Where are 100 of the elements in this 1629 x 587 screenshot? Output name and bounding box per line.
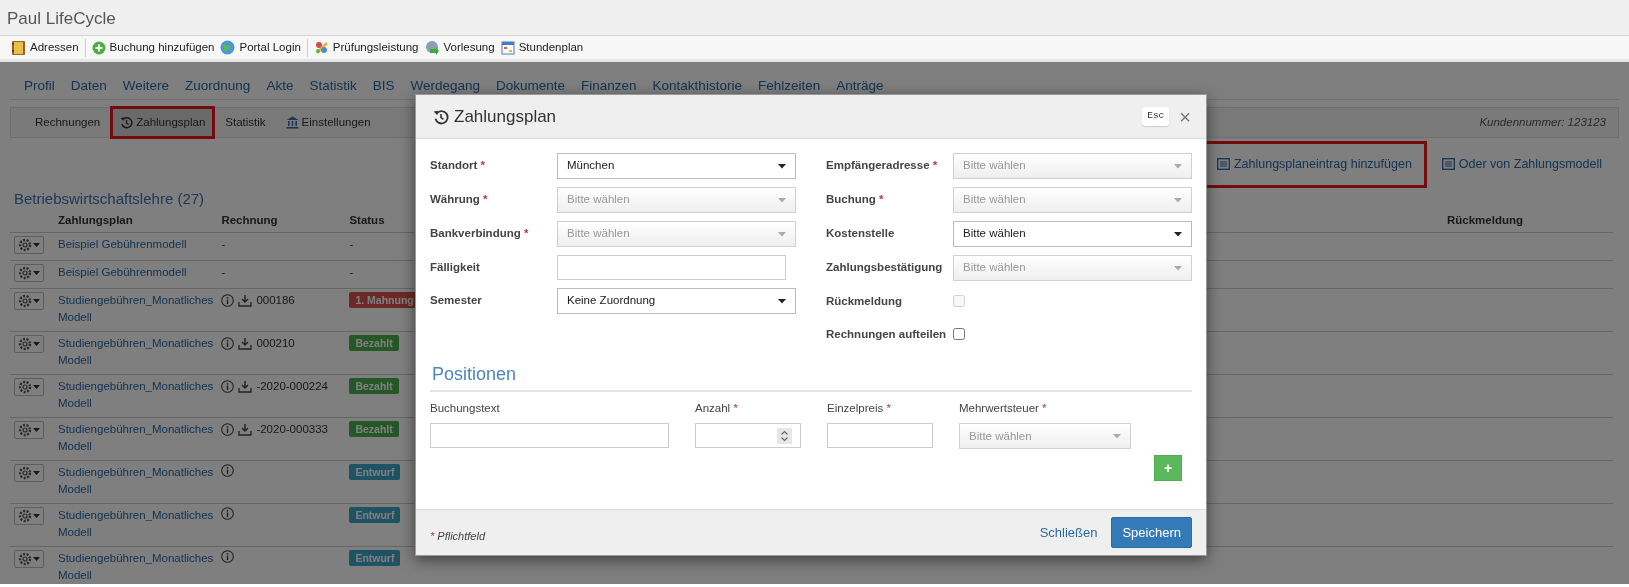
info-icon bbox=[221, 464, 235, 478]
nav-tab[interactable]: Weitere bbox=[114, 74, 178, 99]
plan-link[interactable]: Studiengebühren_Monatliches Modell bbox=[58, 378, 214, 413]
nav-tab[interactable]: Kontakthistorie bbox=[644, 74, 750, 99]
arrow-circle-icon bbox=[424, 40, 440, 55]
invoice-number: 000186 bbox=[256, 293, 295, 309]
caret-icon bbox=[33, 556, 40, 562]
field-label: Einzelpreis * bbox=[827, 401, 892, 416]
field-label: Bankverbindung * bbox=[430, 226, 530, 241]
required-note: * Pflichtfeld bbox=[430, 529, 486, 545]
select-field[interactable]: Bitte wählen bbox=[557, 221, 796, 247]
plan-link[interactable]: Beispiel Gebührenmodell bbox=[58, 264, 214, 282]
plan-link[interactable]: Studiengebühren_Monatliches Modell bbox=[58, 335, 214, 370]
action-link[interactable]: Oder von Zahlungsmodell bbox=[1433, 144, 1610, 185]
caret-icon bbox=[1174, 231, 1182, 237]
gear-icon bbox=[18, 337, 32, 352]
nav-tab[interactable]: Fehlzeiten bbox=[749, 74, 829, 99]
invoice-number: -2020-000224 bbox=[256, 379, 328, 395]
history-icon bbox=[120, 116, 134, 129]
status-badge: Entwurf bbox=[349, 507, 401, 524]
toolbar-button[interactable]: Vorlesung bbox=[421, 38, 498, 57]
column-header: Status bbox=[349, 213, 385, 226]
nav-tab[interactable]: Statistik bbox=[301, 74, 365, 99]
bank-icon bbox=[285, 116, 299, 129]
gear-menu-button[interactable] bbox=[14, 464, 44, 483]
gear-menu-button[interactable] bbox=[14, 236, 44, 255]
column-header: Rückmeldung bbox=[1447, 213, 1524, 226]
nav-tab[interactable]: Zuordnung bbox=[177, 74, 259, 99]
caret-icon bbox=[1174, 265, 1182, 271]
plan-link[interactable]: Beispiel Gebührenmodell bbox=[58, 236, 214, 254]
field-label: Rechnungen aufteilen bbox=[826, 327, 948, 342]
sub-tab[interactable]: Zahlungsplan bbox=[113, 108, 213, 137]
toolbar-button[interactable]: Stundenplan bbox=[497, 38, 587, 57]
action-link[interactable]: Zahlungsplaneintrag hinzufügen bbox=[1208, 150, 1420, 179]
info-icon bbox=[221, 423, 235, 437]
app-title: Paul LifeCycle bbox=[7, 9, 116, 28]
gear-icon bbox=[18, 466, 32, 481]
select-field[interactable]: Keine Zuordnung bbox=[557, 288, 796, 314]
gear-menu-button[interactable] bbox=[14, 507, 44, 526]
field-label: Rückmeldung bbox=[826, 294, 904, 309]
status-badge: Bezahlt bbox=[349, 378, 399, 395]
close-button[interactable]: × bbox=[1169, 106, 1191, 127]
add-button[interactable]: + bbox=[1154, 455, 1182, 482]
sub-tab[interactable]: Rechnungen bbox=[28, 108, 108, 137]
checkbox[interactable] bbox=[953, 328, 965, 340]
gear-icon bbox=[18, 238, 32, 253]
select-field[interactable]: Bitte wählen bbox=[953, 255, 1192, 281]
sub-tab[interactable]: Einstellungen bbox=[278, 108, 378, 137]
select-field[interactable]: Bitte wählen bbox=[959, 423, 1131, 450]
sub-tab[interactable]: Statistik bbox=[218, 108, 273, 137]
gear-menu-button[interactable] bbox=[14, 264, 44, 283]
gear-menu-button[interactable] bbox=[14, 421, 44, 440]
select-field[interactable]: Bitte wählen bbox=[557, 187, 796, 213]
nav-tab[interactable]: Finanzen bbox=[573, 74, 645, 99]
download-icon bbox=[238, 423, 253, 437]
nav-tab[interactable]: Akte bbox=[258, 74, 302, 99]
input-field[interactable] bbox=[827, 423, 933, 449]
nav-tab[interactable]: Dokumente bbox=[488, 74, 574, 99]
field-label: Buchungstext bbox=[430, 401, 501, 416]
status-text: - bbox=[349, 238, 354, 251]
select-field[interactable]: München bbox=[557, 153, 796, 179]
save-button[interactable]: Speichern bbox=[1111, 516, 1192, 549]
nav-tab[interactable]: Profil bbox=[16, 74, 63, 99]
input-field[interactable] bbox=[557, 255, 786, 280]
nav-tab[interactable]: Daten bbox=[62, 74, 115, 99]
close-link[interactable]: Schließen bbox=[1025, 517, 1112, 548]
plan-link[interactable]: Studiengebühren_Monatliches Modell bbox=[58, 421, 214, 456]
gear-icon bbox=[18, 266, 32, 281]
nav-tab[interactable]: Anträge bbox=[828, 74, 892, 99]
gear-icon bbox=[18, 552, 32, 567]
info-icon bbox=[221, 507, 235, 521]
gear-menu-button[interactable] bbox=[14, 292, 44, 311]
toolbar-button[interactable]: Buchung hinzufügen bbox=[88, 38, 218, 57]
number-field[interactable] bbox=[695, 423, 801, 449]
history-icon bbox=[433, 108, 449, 125]
toolbar-button[interactable]: Prüfungsleistung bbox=[310, 38, 422, 57]
input-field[interactable] bbox=[430, 423, 669, 449]
gear-icon bbox=[18, 423, 32, 438]
list-icon bbox=[1441, 158, 1455, 171]
field-label: Fälligkeit bbox=[430, 260, 481, 275]
gear-menu-button[interactable] bbox=[14, 335, 44, 354]
select-field[interactable]: Bitte wählen bbox=[953, 153, 1192, 179]
list-icon bbox=[1216, 158, 1230, 171]
nav-tab[interactable]: BIS bbox=[364, 74, 403, 99]
caret-icon bbox=[33, 470, 40, 476]
plan-link[interactable]: Studiengebühren_Monatliches Modell bbox=[58, 507, 214, 542]
modal-title: Zahlungsplan bbox=[454, 105, 557, 128]
select-field[interactable]: Bitte wählen bbox=[953, 187, 1192, 213]
plan-link[interactable]: Studiengebühren_Monatliches Modell bbox=[58, 550, 214, 584]
nav-tab[interactable]: Werdegang bbox=[402, 74, 488, 99]
gear-menu-button[interactable] bbox=[14, 550, 44, 569]
plan-link[interactable]: Studiengebühren_Monatliches Modell bbox=[58, 464, 214, 499]
select-field[interactable]: Bitte wählen bbox=[953, 221, 1192, 247]
field-label: Kostenstelle bbox=[826, 226, 896, 241]
toolbar-button[interactable]: Adressen bbox=[8, 38, 82, 57]
info-icon bbox=[221, 380, 235, 394]
plan-link[interactable]: Studiengebühren_Monatliches Modell bbox=[58, 292, 214, 327]
field-label: Semester bbox=[430, 293, 483, 308]
gear-menu-button[interactable] bbox=[14, 378, 44, 397]
toolbar-button[interactable]: Portal Login bbox=[217, 38, 304, 57]
